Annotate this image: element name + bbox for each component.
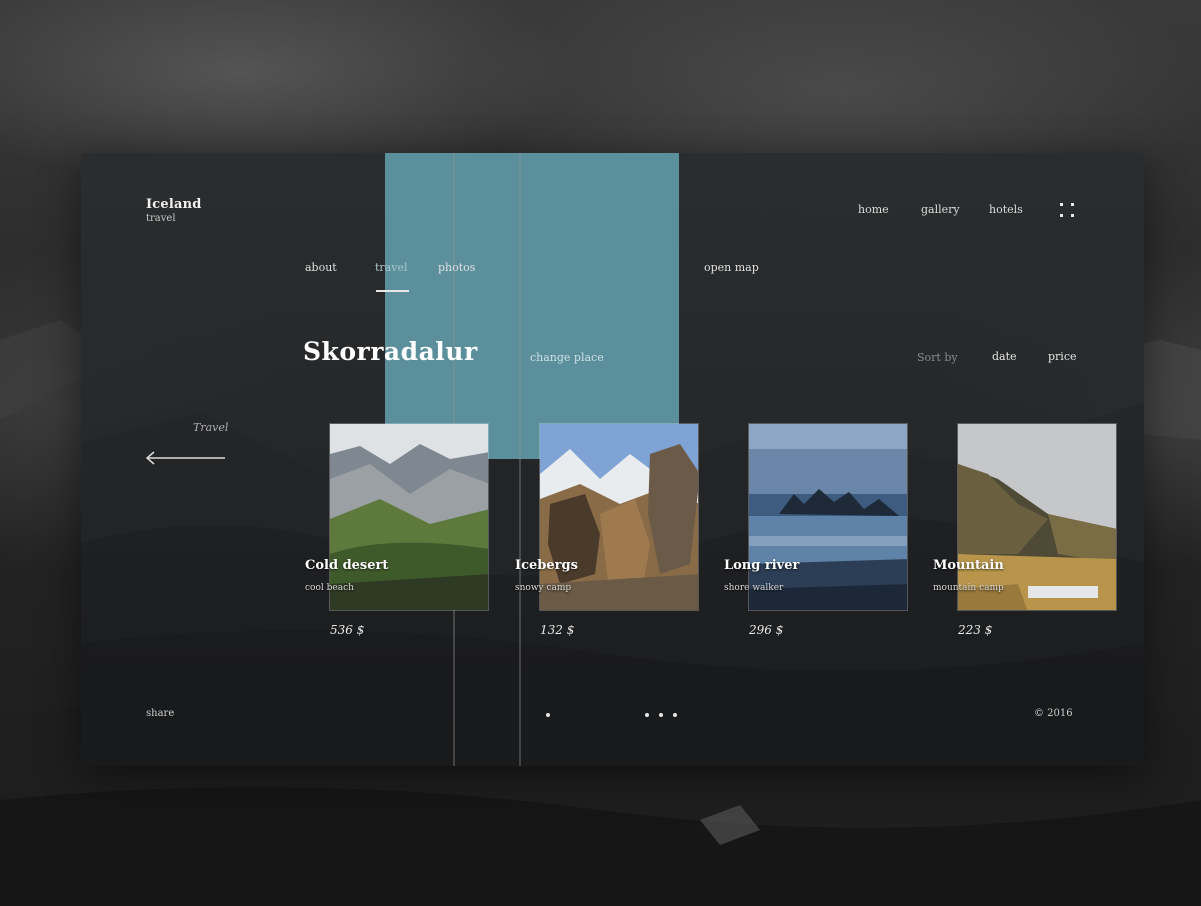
brand-title[interactable]: Iceland (146, 197, 202, 212)
grid-menu-icon[interactable] (1058, 201, 1078, 221)
sort-date[interactable]: date (992, 350, 1017, 363)
pager-dot[interactable] (673, 713, 677, 717)
active-tab-indicator (376, 290, 409, 292)
divider-line (519, 153, 521, 766)
brand-subtitle: travel (146, 213, 176, 224)
card-subtitle: cool beach (305, 583, 354, 593)
card-price: 296 $ (749, 623, 784, 637)
copyright: © 2016 (1034, 708, 1073, 719)
nav-home[interactable]: home (858, 203, 889, 216)
accent-block (385, 153, 679, 459)
card-title: Cold desert (305, 558, 389, 573)
card-price: 223 $ (958, 623, 993, 637)
arrow-left-icon[interactable] (145, 451, 227, 465)
tab-travel[interactable]: travel (375, 261, 407, 274)
card-subtitle: mountain camp (933, 583, 1004, 593)
card-title: Long river (724, 558, 800, 573)
card-price: 132 $ (540, 623, 575, 637)
pager-dot-active[interactable] (546, 713, 550, 717)
change-place-link[interactable]: change place (530, 351, 604, 364)
card-subtitle: shore walker (724, 583, 784, 593)
tab-about[interactable]: about (305, 261, 337, 274)
pager-dot[interactable] (645, 713, 649, 717)
card-subtitle: snowy camp (515, 583, 572, 593)
card-title: Icebergs (515, 558, 578, 573)
share-link[interactable]: share (146, 708, 174, 719)
sort-price[interactable]: price (1048, 350, 1077, 363)
sort-label: Sort by (917, 351, 958, 364)
main-panel: Iceland travel home gallery hotels about… (81, 153, 1144, 766)
nav-gallery[interactable]: gallery (921, 203, 960, 216)
open-map-link[interactable]: open map (704, 261, 759, 274)
card-price: 536 $ (330, 623, 365, 637)
back-label: Travel (193, 421, 229, 434)
pager-dot[interactable] (659, 713, 663, 717)
nav-hotels[interactable]: hotels (989, 203, 1023, 216)
card-title: Mountain (933, 558, 1004, 573)
page-title: Skorradalur (303, 337, 478, 366)
tab-photos[interactable]: photos (438, 261, 475, 274)
